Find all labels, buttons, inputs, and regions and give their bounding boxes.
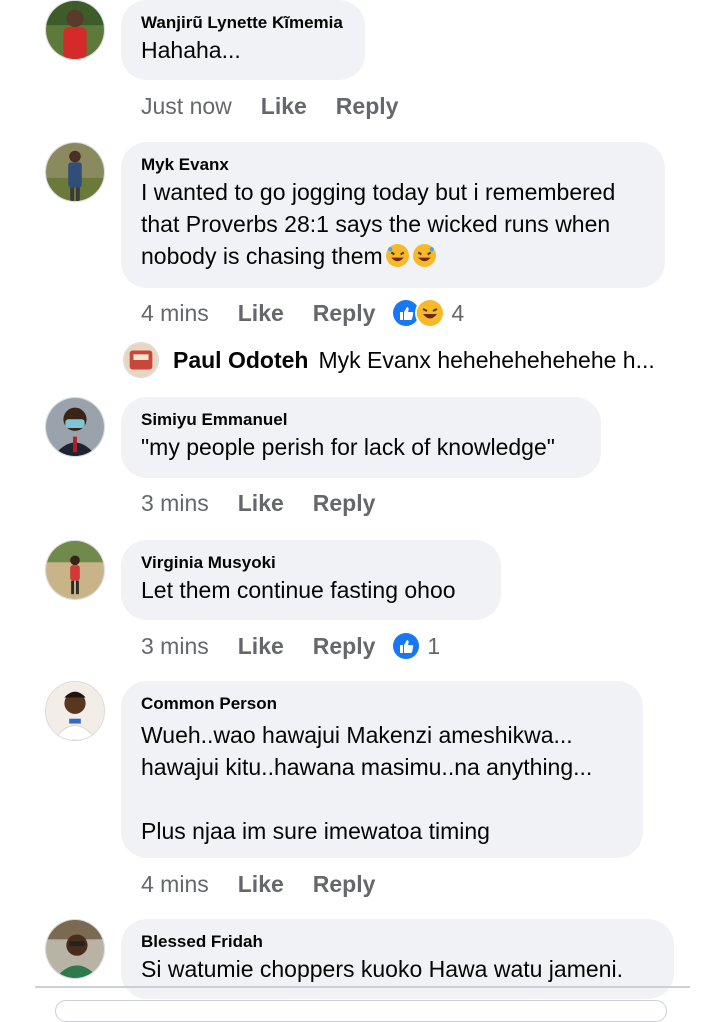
composer-divider: [35, 986, 690, 988]
comment-text: "my people perish for lack of knowledge": [141, 434, 555, 460]
rolling-laughing-emoji-icon: [412, 244, 436, 267]
like-button[interactable]: Like: [238, 632, 284, 660]
comment-text-line: hawajui kitu..hawana masimu..na anything…: [141, 754, 593, 780]
comment-text-line: Wueh..wao hawajui Makenzi ameshikwa...: [141, 722, 573, 748]
avatar-photo: [46, 541, 104, 599]
avatar-photo: [46, 143, 104, 201]
comment-text: Let them continue fasting ohoo: [141, 577, 456, 603]
comment-bubble: Simiyu Emmanuel "my people perish for la…: [121, 397, 601, 478]
avatar-photo: [46, 682, 104, 740]
like-button[interactable]: Like: [238, 299, 284, 327]
reaction-summary[interactable]: 4: [391, 298, 464, 328]
avatar[interactable]: [45, 142, 105, 202]
comment-author[interactable]: Myk Evanx: [141, 154, 645, 176]
reaction-count: 4: [451, 300, 465, 326]
comment-author[interactable]: Blessed Fridah: [141, 931, 654, 953]
comment-actions: 3 mins Like Reply 1: [141, 631, 440, 661]
comment-text-segment: nobody is chasing them: [141, 243, 383, 269]
comment-text-line: I wanted to go jogging today but i remem…: [141, 179, 616, 205]
avatar[interactable]: [45, 681, 105, 741]
comment-author[interactable]: Virginia Musyoki: [141, 552, 481, 574]
reaction-summary[interactable]: 1: [391, 631, 440, 661]
avatar-photo: [124, 343, 158, 377]
comment-text-line: [141, 783, 623, 815]
reply-button[interactable]: Reply: [313, 632, 376, 660]
like-button[interactable]: Like: [238, 489, 284, 517]
comment-actions: 4 mins Like Reply: [141, 870, 375, 898]
comment-bubble: Virginia Musyoki Let them continue fasti…: [121, 540, 501, 620]
comment-timestamp[interactable]: 4 mins: [141, 299, 209, 327]
comment-bubble: Wanjirũ Lynette Kĩmemia Hahaha...: [121, 0, 365, 80]
like-button[interactable]: Like: [261, 92, 307, 120]
avatar: [123, 342, 159, 378]
avatar-photo: [46, 1, 104, 59]
haha-emoji-icon: [415, 298, 446, 328]
comment-actions: Just now Like Reply: [141, 92, 398, 120]
reply-button[interactable]: Reply: [313, 870, 376, 898]
reply-button[interactable]: Reply: [313, 489, 376, 517]
reply-preview[interactable]: Paul Odoteh Myk Evanx hehehehehehehe h..…: [123, 342, 655, 378]
comment-bubble: Common Person Wueh..wao hawajui Makenzi …: [121, 681, 643, 858]
comment-bubble: Myk Evanx I wanted to go jogging today b…: [121, 142, 665, 288]
reaction-count: 1: [427, 633, 441, 659]
comment-timestamp[interactable]: 3 mins: [141, 632, 209, 660]
comment-text-line: that Proverbs 28:1 says the wicked runs …: [141, 211, 611, 237]
comment-author[interactable]: Wanjirũ Lynette Kĩmemia: [141, 12, 345, 34]
comment-input[interactable]: [55, 1000, 667, 1022]
like-button[interactable]: Like: [238, 870, 284, 898]
comment-text-line: Plus njaa im sure imewatoa timing: [141, 818, 490, 844]
comment-text: Si watumie choppers kuoko Hawa watu jame…: [141, 956, 623, 982]
avatar-photo: [46, 398, 104, 456]
avatar[interactable]: [45, 397, 105, 457]
reply-button[interactable]: Reply: [336, 92, 399, 120]
reply-author[interactable]: Paul Odoteh: [173, 347, 308, 374]
comment-text-line: nobody is chasing them: [141, 240, 645, 272]
comment-text: Hahaha...: [141, 37, 241, 63]
comment-actions: 3 mins Like Reply: [141, 489, 375, 517]
rolling-laughing-emoji-icon: [385, 244, 409, 267]
like-thumb-icon: [391, 631, 422, 661]
reply-text: Myk Evanx hehehehehehehe h...: [318, 346, 655, 373]
comment-timestamp[interactable]: 4 mins: [141, 870, 209, 898]
avatar[interactable]: [45, 0, 105, 60]
avatar[interactable]: [45, 540, 105, 600]
comment-actions: 4 mins Like Reply 4: [141, 298, 464, 328]
avatar-photo: [46, 920, 104, 978]
comment-author[interactable]: Simiyu Emmanuel: [141, 409, 581, 431]
reply-button[interactable]: Reply: [313, 299, 376, 327]
comment-timestamp[interactable]: 3 mins: [141, 489, 209, 517]
comment-author[interactable]: Common Person: [141, 693, 623, 715]
comment-timestamp[interactable]: Just now: [141, 92, 232, 120]
avatar[interactable]: [45, 919, 105, 979]
